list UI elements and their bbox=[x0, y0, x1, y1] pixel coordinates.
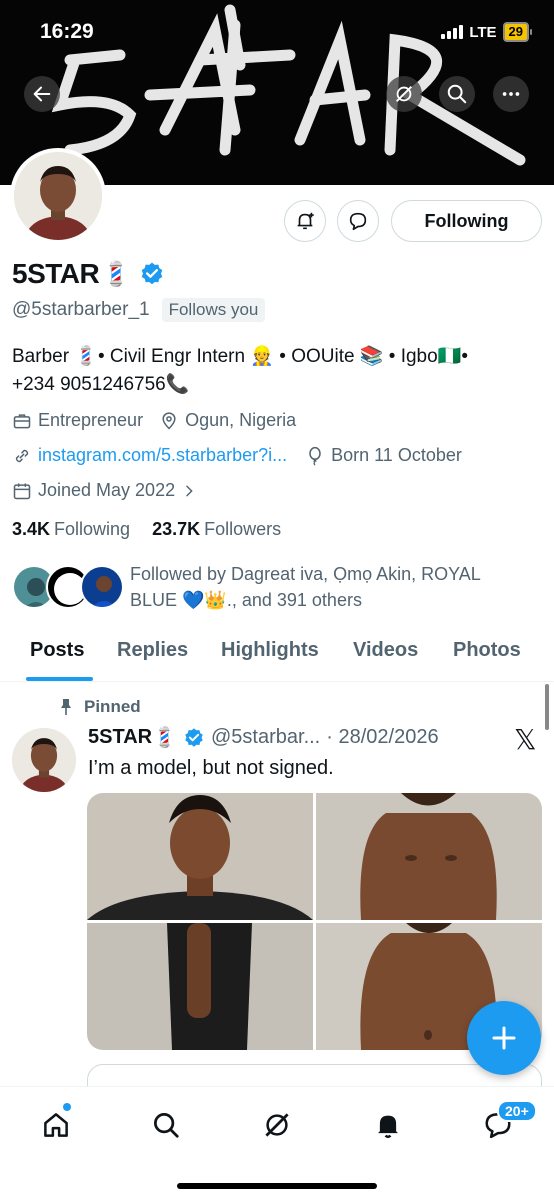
tab-posts[interactable]: Posts bbox=[30, 639, 84, 662]
compose-post-button[interactable] bbox=[467, 1001, 541, 1075]
follow-counts: 3.4K Following 23.7K Followers bbox=[12, 519, 281, 540]
back-arrow-icon bbox=[33, 86, 51, 102]
message-icon bbox=[349, 212, 367, 231]
handle-row: @5starbarber_1 Follows you bbox=[12, 298, 266, 322]
chevron-right-icon bbox=[186, 485, 193, 496]
plus-icon bbox=[492, 1026, 516, 1050]
location-icon bbox=[162, 411, 176, 430]
profile-location: Ogun, Nigeria bbox=[185, 410, 297, 430]
followers-count-link[interactable]: 23.7K Followers bbox=[152, 519, 281, 540]
avatar-photo bbox=[14, 152, 102, 240]
grok-icon bbox=[396, 86, 412, 102]
home-icon bbox=[44, 1113, 68, 1137]
briefcase-icon bbox=[13, 413, 31, 428]
pinned-label-row: Pinned bbox=[58, 697, 141, 717]
notify-button[interactable] bbox=[284, 200, 326, 242]
avatar-photo bbox=[12, 728, 76, 792]
profile-birthday: Born 11 October bbox=[331, 445, 462, 465]
post-date: · 28/02/2026 bbox=[326, 726, 439, 748]
verified-badge-icon[interactable] bbox=[139, 261, 165, 287]
post-media-grid bbox=[87, 793, 542, 1050]
search-icon bbox=[154, 1113, 179, 1138]
nav-search[interactable] bbox=[146, 1105, 186, 1145]
followed-by-line-1: Followed by Dagreat iva, Ọmọ Akin, ROYAL bbox=[130, 564, 481, 584]
grok-icon bbox=[265, 1113, 289, 1137]
nav-grok[interactable] bbox=[257, 1105, 297, 1145]
home-unread-dot bbox=[63, 1103, 71, 1111]
following-count-link[interactable]: 3.4K Following bbox=[12, 519, 130, 540]
profile-meta-row-1: Entrepreneur Ogun, Nigeria bbox=[12, 410, 296, 431]
status-time: 16:29 bbox=[40, 20, 94, 43]
followed-by-row[interactable]: Followed by Dagreat iva, Ọmọ Akin, ROYAL… bbox=[12, 561, 540, 613]
followed-by-text: Followed by Dagreat iva, Ọmọ Akin, ROYAL… bbox=[130, 561, 540, 613]
battery-icon: 29 bbox=[502, 22, 532, 42]
more-button[interactable] bbox=[493, 76, 529, 112]
status-indicators: LTE 29 bbox=[441, 22, 532, 42]
home-indicator bbox=[177, 1183, 377, 1189]
search-button[interactable] bbox=[439, 76, 475, 112]
post-header: 5STAR 💈 @5starbar... · 28/02/2026 bbox=[88, 725, 439, 750]
tab-photos[interactable]: Photos bbox=[453, 639, 521, 662]
bio-line-1: Barber 💈• Civil Engr Intern 👷 • OOUite 📚… bbox=[12, 346, 468, 367]
following-count: 3.4K bbox=[12, 519, 51, 539]
profile-avatar[interactable] bbox=[10, 148, 106, 244]
profile-name-row: 5STAR 💈 bbox=[12, 258, 165, 290]
back-button[interactable] bbox=[24, 76, 60, 112]
calendar-icon bbox=[13, 483, 31, 499]
post-author-handle: @5starbar... bbox=[211, 726, 321, 748]
post-photo[interactable] bbox=[87, 793, 313, 920]
profile-tabs: Posts Replies Highlights Videos Photos bbox=[0, 630, 554, 682]
profile-joined: Joined May 2022 bbox=[38, 480, 176, 500]
link-icon bbox=[15, 449, 29, 462]
post-text: I’m a model, but not signed. bbox=[88, 757, 334, 779]
search-icon bbox=[447, 84, 467, 104]
profile-name: 5STAR bbox=[12, 258, 100, 289]
follows-you-badge: Follows you bbox=[161, 298, 266, 322]
scrollbar[interactable] bbox=[545, 684, 549, 730]
post-photo[interactable] bbox=[87, 923, 313, 1050]
pin-icon bbox=[61, 699, 71, 715]
mutual-avatar bbox=[80, 565, 124, 609]
signal-icon bbox=[441, 25, 464, 39]
followed-by-line-2: BLUE 💙👑., and 391 others bbox=[130, 590, 362, 610]
followers-count: 23.7K bbox=[152, 519, 201, 539]
followed-by-avatars bbox=[12, 561, 124, 609]
following-label: Following bbox=[54, 519, 131, 539]
following-button[interactable]: Following bbox=[391, 200, 542, 242]
network-label: LTE bbox=[469, 23, 497, 41]
profile-meta-row-2: instagram.com/5.starbarber?i... Born 11 … bbox=[12, 445, 462, 466]
verified-badge-icon bbox=[185, 727, 203, 747]
more-icon bbox=[502, 92, 520, 96]
name-emoji: 💈 bbox=[101, 260, 132, 288]
nav-notifications[interactable] bbox=[368, 1105, 408, 1145]
active-tab-indicator bbox=[26, 677, 93, 681]
pinned-label: Pinned bbox=[84, 697, 141, 716]
post-author-emoji: 💈 bbox=[152, 727, 177, 749]
profile-bio: Barber 💈• Civil Engr Intern 👷 • OOUite 📚… bbox=[12, 343, 542, 399]
followers-label: Followers bbox=[204, 519, 282, 539]
profile-joined-row[interactable]: Joined May 2022 bbox=[12, 480, 197, 501]
profile-link[interactable]: instagram.com/5.starbarber?i... bbox=[38, 445, 287, 466]
post-photo[interactable] bbox=[316, 793, 542, 920]
tab-videos[interactable]: Videos bbox=[353, 639, 418, 662]
tab-replies[interactable]: Replies bbox=[117, 639, 188, 662]
post-author-name[interactable]: 5STAR bbox=[88, 726, 152, 749]
battery-level: 29 bbox=[502, 22, 529, 42]
nav-home[interactable] bbox=[36, 1105, 76, 1145]
balloon-icon bbox=[309, 446, 321, 466]
tab-highlights[interactable]: Highlights bbox=[221, 639, 319, 662]
message-button[interactable] bbox=[337, 200, 379, 242]
x-logo-icon: 𝕏 bbox=[514, 723, 537, 756]
bell-plus-icon bbox=[297, 212, 314, 230]
bio-line-2: +234 9051246756📞 bbox=[12, 374, 190, 395]
profile-category: Entrepreneur bbox=[38, 410, 144, 430]
post-author-avatar[interactable] bbox=[12, 728, 76, 792]
bottom-navigation: 20+ bbox=[0, 1086, 554, 1199]
bell-icon bbox=[378, 1115, 398, 1139]
messages-badge: 20+ bbox=[497, 1100, 537, 1122]
profile-handle: @5starbarber_1 bbox=[12, 299, 150, 320]
grok-button[interactable] bbox=[386, 76, 422, 112]
